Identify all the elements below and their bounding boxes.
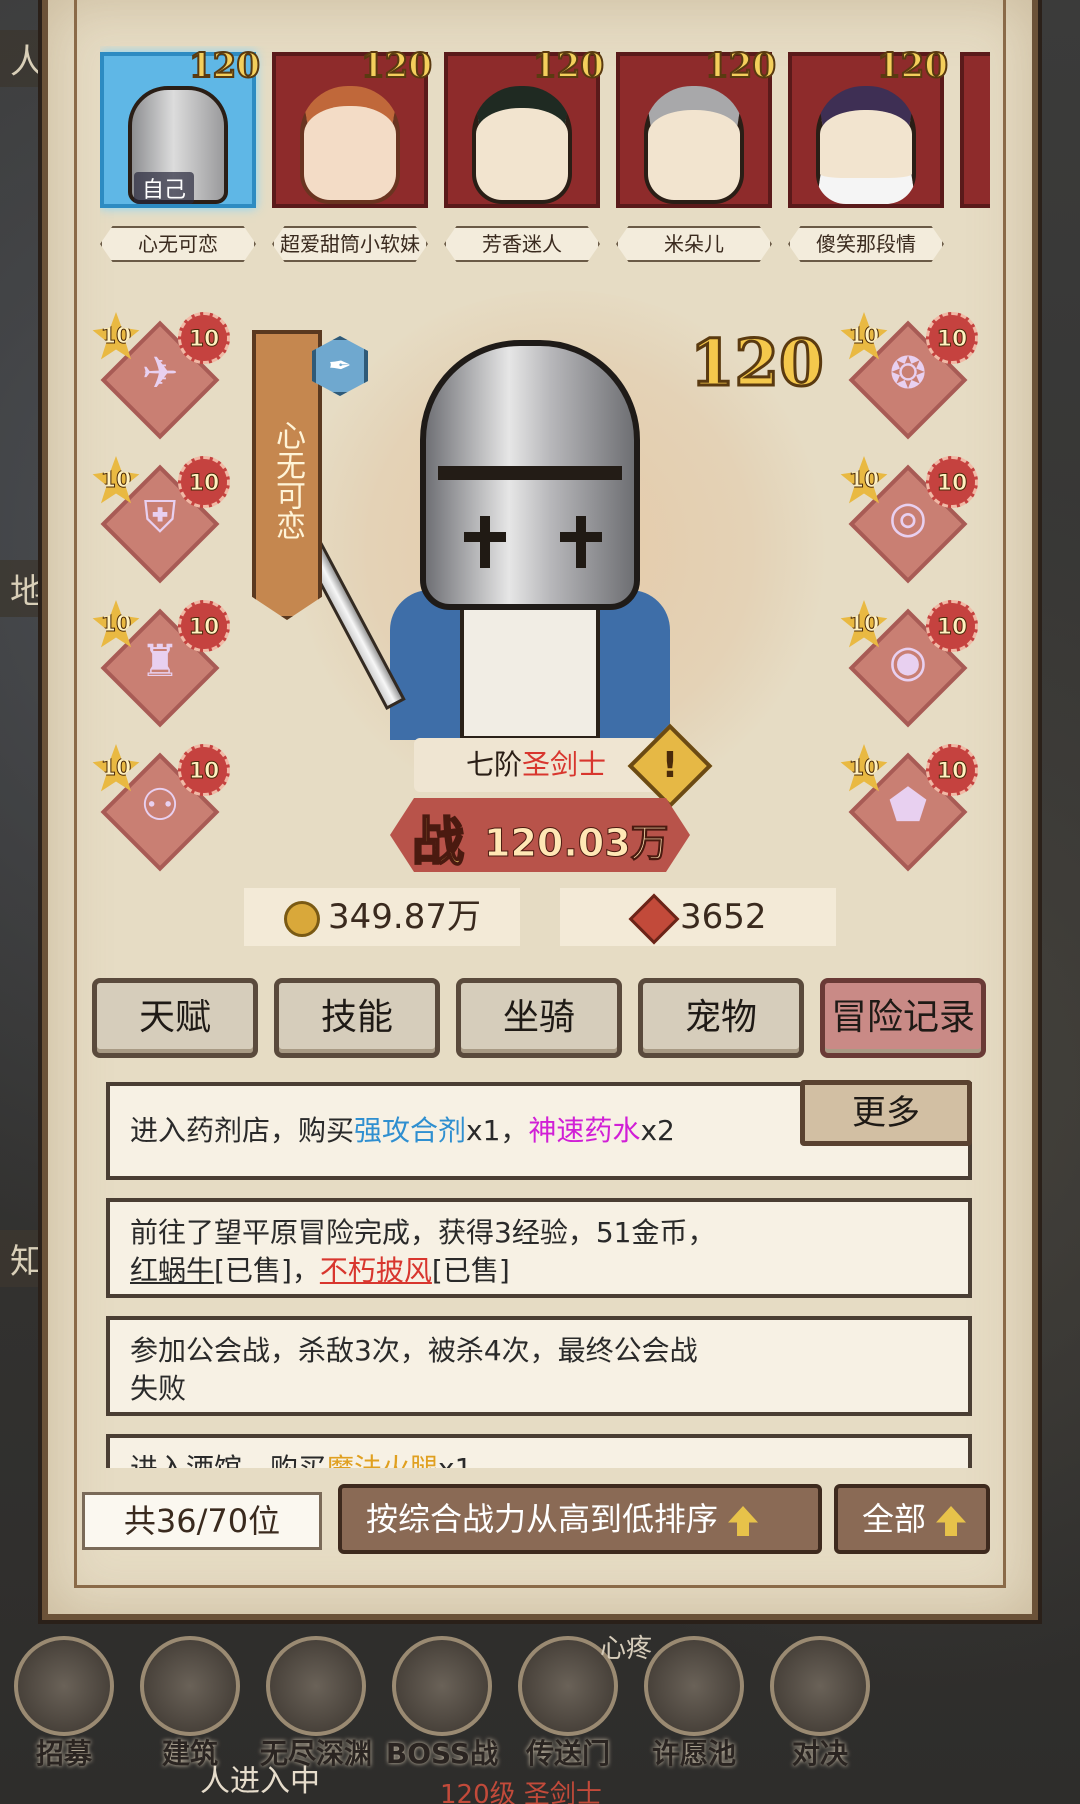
log-entry: 参加公会战，杀敌3次，被杀4次，最终公会战 失败 bbox=[106, 1316, 972, 1416]
medal-icon bbox=[628, 893, 680, 944]
log-entry: 前往了望平原冒险完成，获得3经验，51金币， 红蜗牛[已售]，不朽披风[已售] bbox=[106, 1198, 972, 1298]
class-name: 圣剑士 bbox=[522, 748, 607, 781]
equip-slot-left-3[interactable]: ♜ 10 10 bbox=[92, 600, 230, 728]
hero-level: 120 bbox=[360, 46, 433, 87]
fist-icon bbox=[770, 1636, 870, 1736]
hero-level-display: 120 bbox=[689, 325, 826, 403]
knight-helmet bbox=[420, 340, 640, 610]
arrow-up-icon bbox=[728, 1506, 759, 1536]
hero-figure[interactable] bbox=[264, 330, 680, 750]
hero-roster[interactable]: 120 自己 心无可恋 120 超爱甜筒小软妹 120 芳香迷人 120 米朵儿… bbox=[100, 46, 990, 274]
filter-label: 全部 bbox=[862, 1500, 927, 1538]
abyss-icon bbox=[266, 1636, 366, 1736]
equip-slot-left-2[interactable]: ⛨ 10 10 bbox=[92, 456, 230, 584]
equip-slot-left-1[interactable]: ✈ 10 10 bbox=[92, 312, 230, 440]
tab-skills[interactable]: 技能 bbox=[274, 978, 440, 1058]
boss-icon bbox=[392, 1636, 492, 1736]
tab-pet[interactable]: 宠物 bbox=[638, 978, 804, 1058]
gold-value: 349.87万 bbox=[328, 897, 481, 937]
equip-slot-right-2[interactable]: ◎ 10 10 bbox=[840, 456, 978, 584]
item-link[interactable]: 魔法火腿 bbox=[326, 1452, 438, 1468]
equip-level-badge: 10 bbox=[178, 312, 230, 364]
equip-level-badge: 10 bbox=[926, 456, 978, 508]
equip-level-badge: 10 bbox=[178, 456, 230, 508]
power-label: 战 bbox=[411, 812, 465, 874]
item-link[interactable]: 不朽披风 bbox=[320, 1254, 432, 1287]
nav-duel[interactable]: 对决 bbox=[760, 1636, 880, 1786]
hero-card-4[interactable]: 120 傻笑那段情 bbox=[788, 46, 949, 274]
equip-slot-right-4[interactable]: ⬟ 10 10 bbox=[840, 744, 978, 872]
player-status-text: 120级 圣剑士 bbox=[440, 1780, 602, 1804]
tab-mount[interactable]: 坐骑 bbox=[456, 978, 622, 1058]
hero-name: 芳香迷人 bbox=[444, 226, 600, 262]
arrow-up-icon bbox=[936, 1506, 967, 1536]
hero-name: 傻笑那段情 bbox=[788, 226, 944, 262]
hero-card-3[interactable]: 120 米朵儿 bbox=[616, 46, 777, 274]
hero-name: 心无可恋 bbox=[100, 226, 256, 262]
log-entry: 进入酒馆，购买魔法火腿x1 bbox=[106, 1434, 972, 1468]
equip-slot-left-4[interactable]: ⚇ 10 10 bbox=[92, 744, 230, 872]
filter-button[interactable]: 全部 bbox=[834, 1484, 990, 1554]
item-link[interactable]: 神速药水 bbox=[528, 1114, 640, 1147]
hero-level: 120 bbox=[704, 46, 777, 87]
equip-slot-right-1[interactable]: ❂ 10 10 bbox=[840, 312, 978, 440]
sort-button[interactable]: 按综合战力从高到低排序 bbox=[338, 1484, 822, 1554]
recruit-icon bbox=[14, 1636, 114, 1736]
gold-stat: 349.87万 bbox=[244, 888, 520, 946]
nav-boss[interactable]: BOSS战 bbox=[382, 1636, 502, 1786]
gold-coin-icon bbox=[284, 900, 320, 937]
hero-card-5-partial[interactable] bbox=[960, 46, 990, 274]
more-button[interactable]: 更多 bbox=[800, 1080, 972, 1146]
medal-stat: 3652 bbox=[560, 888, 836, 946]
item-link[interactable]: 红蜗牛 bbox=[130, 1254, 214, 1287]
equip-slot-right-3[interactable]: ◉ 10 10 bbox=[840, 600, 978, 728]
hero-name: 米朵儿 bbox=[616, 226, 772, 262]
hero-level: 120 bbox=[532, 46, 605, 87]
float-text: 心疼 bbox=[600, 1634, 653, 1664]
hero-count: 共36/70位 bbox=[82, 1492, 322, 1550]
sort-label: 按综合战力从高到低排序 bbox=[366, 1500, 719, 1538]
hero-card-0[interactable]: 120 自己 心无可恋 bbox=[100, 46, 261, 274]
item-link[interactable]: 强攻合剂 bbox=[354, 1114, 466, 1147]
equip-level-badge: 10 bbox=[926, 744, 978, 796]
power-value: 120.03万 bbox=[484, 821, 670, 866]
equip-level-badge: 10 bbox=[178, 744, 230, 796]
class-rank: 七阶 bbox=[465, 748, 522, 781]
hero-level: 120 bbox=[876, 46, 949, 87]
nav-recruit[interactable]: 招募 bbox=[4, 1636, 124, 1786]
join-status-text: 人进入中 bbox=[200, 1764, 320, 1799]
wishing-well-icon bbox=[644, 1636, 744, 1736]
castle-icon bbox=[140, 1636, 240, 1736]
tab-adventure-log[interactable]: 冒险记录 bbox=[820, 978, 986, 1058]
hero-portrait[interactable] bbox=[960, 52, 990, 208]
hero-name: 超爱甜筒小软妹 bbox=[272, 226, 428, 262]
banner-hero-name: 心无可恋 bbox=[270, 420, 305, 540]
medal-value: 3652 bbox=[680, 897, 767, 937]
equip-level-badge: 10 bbox=[178, 600, 230, 652]
equip-level-badge: 10 bbox=[926, 312, 978, 364]
hero-card-2[interactable]: 120 芳香迷人 bbox=[444, 46, 605, 274]
tab-talent[interactable]: 天赋 bbox=[92, 978, 258, 1058]
hero-card-1[interactable]: 120 超爱甜筒小软妹 bbox=[272, 46, 433, 274]
hero-class-plate: 七阶圣剑士 bbox=[414, 738, 658, 792]
hero-level: 120 bbox=[188, 46, 261, 87]
equip-level-badge: 10 bbox=[926, 600, 978, 652]
self-tag: 自己 bbox=[134, 172, 195, 204]
